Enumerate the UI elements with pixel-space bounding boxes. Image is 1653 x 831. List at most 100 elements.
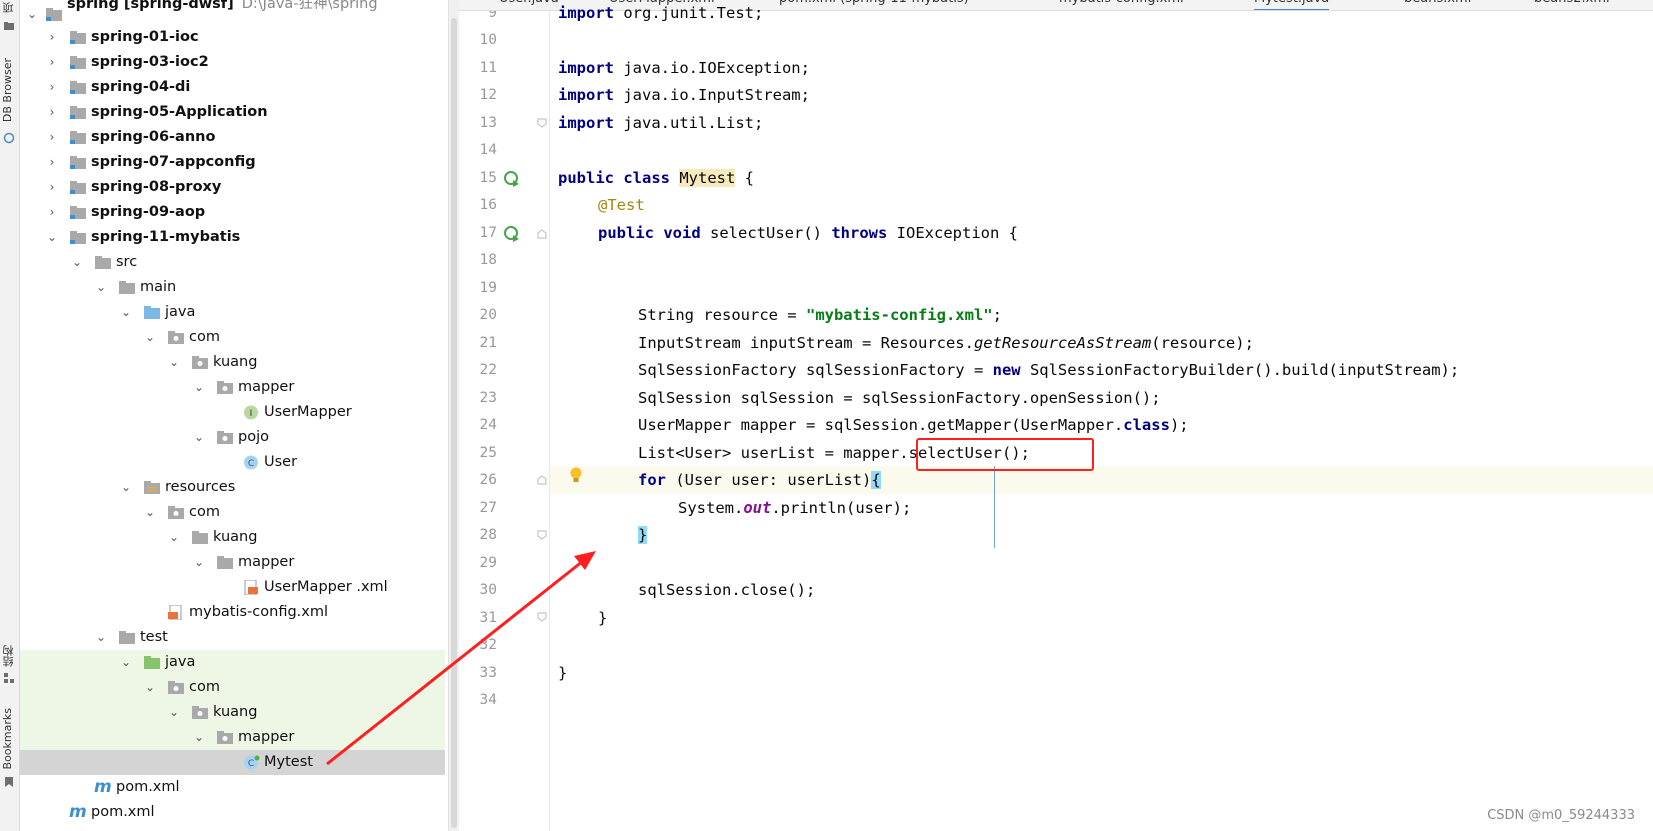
tree-row-src[interactable]: ⌄ src (20, 250, 445, 275)
tree-row-resources[interactable]: ⌄ resources (20, 475, 445, 500)
code-line-11[interactable]: import java.io.IOException; (558, 55, 810, 83)
chevron-down-icon[interactable]: ⌄ (118, 300, 134, 325)
tree-row-file[interactable]: C User (20, 450, 445, 475)
tab-pom-xml[interactable]: pom.xml (spring-11-mybatis) (779, 0, 969, 9)
chevron-down-icon[interactable]: ⌄ (118, 475, 134, 500)
tree-row-file[interactable]: UserMapper .xml (20, 575, 445, 600)
code-line-16[interactable]: @Test (598, 192, 645, 220)
chevron-right-icon[interactable]: › (44, 100, 60, 125)
structure-icon[interactable] (3, 672, 15, 684)
tree-row-package[interactable]: ⌄ com (20, 675, 445, 700)
tab-mybatis-config[interactable]: mybatis-config.xml (1059, 0, 1184, 9)
chevron-down-icon[interactable]: ⌄ (69, 250, 85, 275)
code-line-33[interactable]: } (558, 660, 567, 688)
chevron-down-icon[interactable]: ⌄ (142, 325, 158, 350)
code-line-21[interactable]: InputStream inputStream = Resources.getR… (638, 330, 1254, 358)
tree-row-java-main[interactable]: ⌄ java (20, 300, 445, 325)
tree-row-file[interactable]: I UserMapper (20, 400, 445, 425)
chevron-down-icon[interactable]: ⌄ (191, 375, 207, 400)
fold-marker-icon[interactable] (537, 530, 547, 540)
chevron-down-icon[interactable]: ⌄ (166, 350, 182, 375)
project-scrollbar[interactable] (448, 0, 459, 831)
code-line-13[interactable]: import java.util.List; (558, 110, 763, 138)
bookmark-icon[interactable] (3, 776, 15, 788)
db-browser-tab[interactable]: DB Browser (1, 58, 14, 122)
chevron-down-icon[interactable]: ⌄ (166, 700, 182, 725)
tree-row-package[interactable]: ⌄ com (20, 500, 445, 525)
chevron-right-icon[interactable]: › (44, 25, 60, 50)
code-line-9[interactable]: import org.junit.Test; (558, 0, 763, 28)
run-test-class-icon[interactable] (503, 170, 521, 188)
tree-row-root[interactable]: ⌄ spring [spring-dwsf] D:\Java-狂神\spring (20, 0, 445, 27)
tree-row-pom[interactable]: m pom.xml (20, 775, 445, 800)
chevron-right-icon[interactable]: › (44, 200, 60, 225)
chevron-down-icon[interactable]: ⌄ (118, 650, 134, 675)
structure-tab[interactable]: 结构 (1, 645, 17, 667)
folder-icon[interactable] (3, 20, 15, 32)
tree-row-module[interactable]: › spring-07-appconfig (20, 150, 445, 175)
tab-beans2-xml[interactable]: beans2.xml (1534, 0, 1610, 9)
tree-row-java-test[interactable]: ⌄ java (20, 650, 445, 675)
code-line-24[interactable]: UserMapper mapper = sqlSession.getMapper… (638, 412, 1189, 440)
fold-marker-icon[interactable] (537, 475, 547, 485)
code-line-28[interactable]: } (638, 522, 648, 550)
fold-marker-icon[interactable] (537, 118, 547, 128)
fold-marker-icon[interactable] (537, 229, 547, 239)
tree-row-package[interactable]: ⌄ mapper (20, 550, 445, 575)
code-line-12[interactable]: import java.io.InputStream; (558, 82, 810, 110)
chevron-right-icon[interactable]: › (44, 175, 60, 200)
chevron-down-icon[interactable]: ⌄ (142, 500, 158, 525)
tree-row-module[interactable]: › spring-04-di (20, 75, 445, 100)
tree-row-module[interactable]: › spring-09-aop (20, 200, 445, 225)
chevron-right-icon[interactable]: › (44, 150, 60, 175)
tree-row-module[interactable]: › spring-06-anno (20, 125, 445, 150)
tab-mytest-java[interactable]: Mytest.java (1254, 0, 1330, 10)
chevron-down-icon[interactable]: ⌄ (166, 525, 182, 550)
chevron-down-icon[interactable]: ⌄ (24, 2, 40, 27)
code-line-27[interactable]: System.out.println(user); (678, 495, 911, 523)
tab-user-java[interactable]: User.java (499, 0, 559, 9)
chevron-down-icon[interactable]: ⌄ (142, 675, 158, 700)
scrollbar-thumb[interactable] (451, 18, 457, 828)
tree-row-module[interactable]: › spring-03-ioc2 (20, 50, 445, 75)
code-line-31[interactable]: } (598, 605, 607, 633)
code-line-23[interactable]: SqlSession sqlSession = sqlSessionFactor… (638, 385, 1161, 413)
chevron-right-icon[interactable]: › (44, 50, 60, 75)
code-line-17[interactable]: public void selectUser() throws IOExcept… (598, 220, 1018, 248)
tree-row-package[interactable]: ⌄ kuang (20, 525, 445, 550)
tree-row-package[interactable]: ⌄ mapper (20, 375, 445, 400)
code-line-15[interactable]: public class Mytest { (558, 165, 754, 193)
tree-row-module[interactable]: › spring-08-proxy (20, 175, 445, 200)
chevron-down-icon[interactable]: ⌄ (191, 550, 207, 575)
tree-row-main[interactable]: ⌄ main (20, 275, 445, 300)
code-line-26[interactable]: for (User user: userList){ (638, 467, 881, 495)
project-tool-label[interactable]: 项 (1, 2, 17, 13)
code-line-22[interactable]: SqlSessionFactory sqlSessionFactory = ne… (638, 357, 1459, 385)
chevron-right-icon[interactable]: › (44, 75, 60, 100)
chevron-down-icon[interactable]: ⌄ (191, 725, 207, 750)
tree-row-package[interactable]: ⌄ pojo (20, 425, 445, 450)
tree-row-package[interactable]: ⌄ kuang (20, 350, 445, 375)
tree-row-package[interactable]: ⌄ kuang (20, 700, 445, 725)
tree-row-test[interactable]: ⌄ test (20, 625, 445, 650)
lightbulb-icon[interactable] (567, 466, 585, 484)
bookmarks-tab[interactable]: Bookmarks (1, 708, 14, 769)
tree-row-package[interactable]: ⌄ mapper (20, 725, 445, 750)
database-icon[interactable] (3, 132, 15, 144)
run-test-method-icon[interactable] (503, 225, 521, 243)
tree-row-package[interactable]: ⌄ com (20, 325, 445, 350)
chevron-down-icon[interactable]: ⌄ (93, 625, 109, 650)
tab-beans-xml[interactable]: beans.xml (1404, 0, 1471, 9)
tree-row-module[interactable]: ⌄ spring-11-mybatis (20, 225, 445, 250)
tree-row-module[interactable]: › spring-05-Application (20, 100, 445, 125)
chevron-down-icon[interactable]: ⌄ (191, 425, 207, 450)
chevron-down-icon[interactable]: ⌄ (93, 275, 109, 300)
fold-marker-icon[interactable] (537, 612, 547, 622)
code-editor[interactable]: 9 10 11 12 13 14 15 16 17 18 19 20 21 22… (459, 0, 1653, 831)
code-line-30[interactable]: sqlSession.close(); (638, 577, 815, 605)
tree-row-module[interactable]: › spring-01-ioc (20, 25, 445, 50)
code-line-20[interactable]: String resource = "mybatis-config.xml"; (638, 302, 1002, 330)
tree-row-mytest[interactable]: C Mytest (20, 750, 445, 775)
chevron-right-icon[interactable]: › (44, 125, 60, 150)
tree-row-file[interactable]: mybatis-config.xml (20, 600, 445, 625)
